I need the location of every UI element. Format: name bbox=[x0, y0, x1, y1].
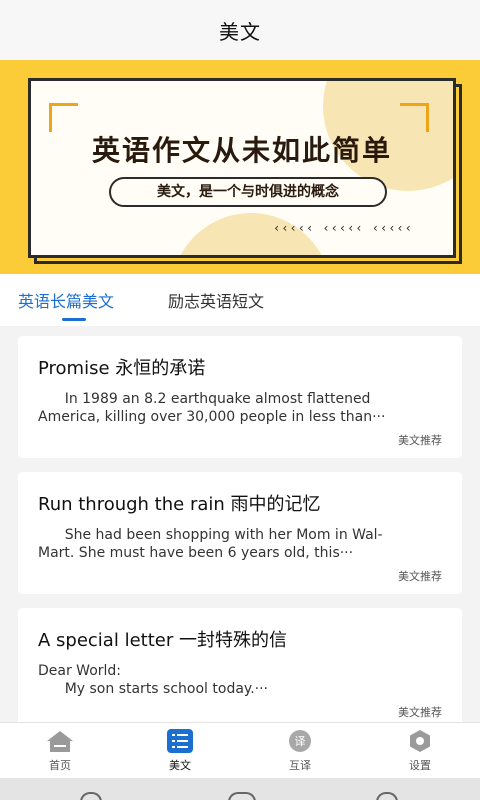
banner-corner-bracket bbox=[49, 103, 78, 132]
article-list[interactable]: Promise 永恒的承诺 In 1989 an 8.2 earthquake … bbox=[0, 326, 480, 722]
tab-long-articles[interactable]: 英语长篇美文 bbox=[18, 288, 114, 312]
nav-item-translate[interactable]: 译 互译 bbox=[270, 729, 330, 773]
excerpt-line: My son starts school today.··· bbox=[38, 681, 268, 697]
nav-label: 首页 bbox=[49, 759, 71, 772]
article-card[interactable]: Run through the rain 雨中的记忆 She had been … bbox=[18, 472, 462, 594]
excerpt-line: Mart. She must have been 6 years old, th… bbox=[38, 545, 354, 561]
article-title: A special letter 一封特殊的信 bbox=[38, 630, 287, 651]
home-icon bbox=[45, 729, 75, 753]
nav-item-settings[interactable]: 设置 bbox=[390, 729, 450, 773]
excerpt-line: In 1989 an 8.2 earthquake almost flatten… bbox=[38, 391, 371, 407]
nav-label: 互译 bbox=[289, 759, 311, 772]
article-title: Run through the rain 雨中的记忆 bbox=[38, 494, 321, 515]
article-excerpt: Dear World: My son starts school today.·… bbox=[38, 662, 438, 698]
translate-icon: 译 bbox=[285, 729, 315, 753]
menu-icon[interactable] bbox=[80, 792, 102, 800]
nav-label: 设置 bbox=[409, 759, 431, 772]
back-icon[interactable] bbox=[376, 792, 398, 800]
banner-decor-circle bbox=[171, 213, 331, 255]
app-screen: 美文 英语作文从未如此简单 美文，是一个与时俱进的概念 ‹‹‹‹‹ ‹‹‹‹‹ … bbox=[0, 0, 480, 800]
category-tabs: 英语长篇美文 励志英语短文 bbox=[0, 274, 480, 326]
system-nav-bar bbox=[0, 778, 480, 800]
excerpt-line: Dear World: bbox=[38, 663, 122, 679]
excerpt-line: America, killing over 30,000 people in l… bbox=[38, 409, 386, 425]
article-title: Promise 永恒的承诺 bbox=[38, 358, 206, 379]
page-title: 美文 bbox=[219, 19, 261, 44]
banner-tagline: 美文，是一个与时俱进的概念 bbox=[109, 177, 387, 207]
excerpt-line: She had been shopping with her Mom in Wa… bbox=[38, 527, 383, 543]
article-card[interactable]: A special letter 一封特殊的信 Dear World: My s… bbox=[18, 608, 462, 722]
article-tag: 美文推荐 bbox=[398, 570, 442, 583]
bottom-nav: 首页 美文 译 互译 设置 bbox=[0, 722, 480, 778]
banner-headline: 英语作文从未如此简单 bbox=[91, 134, 392, 167]
svg-text:译: 译 bbox=[295, 735, 306, 748]
banner-corner-bracket bbox=[400, 103, 429, 132]
nav-label: 美文 bbox=[169, 759, 191, 772]
article-excerpt: In 1989 an 8.2 earthquake almost flatten… bbox=[38, 390, 438, 426]
banner-chevrons: ‹‹‹‹‹ ‹‹‹‹‹ ‹‹‹‹‹ bbox=[273, 221, 413, 235]
nav-item-home[interactable]: 首页 bbox=[30, 729, 90, 773]
article-tag: 美文推荐 bbox=[398, 434, 442, 447]
promo-banner[interactable]: 英语作文从未如此简单 美文，是一个与时俱进的概念 ‹‹‹‹‹ ‹‹‹‹‹ ‹‹‹… bbox=[0, 60, 480, 274]
tab-short-articles[interactable]: 励志英语短文 bbox=[168, 288, 264, 312]
article-card[interactable]: Promise 永恒的承诺 In 1989 an 8.2 earthquake … bbox=[18, 336, 462, 458]
banner-card: 英语作文从未如此简单 美文，是一个与时俱进的概念 ‹‹‹‹‹ ‹‹‹‹‹ ‹‹‹… bbox=[28, 78, 456, 258]
article-excerpt: She had been shopping with her Mom in Wa… bbox=[38, 526, 438, 562]
top-bar: 美文 bbox=[0, 0, 480, 60]
nav-item-articles[interactable]: 美文 bbox=[150, 729, 210, 773]
home-button-icon[interactable] bbox=[228, 792, 256, 800]
article-list-icon bbox=[165, 729, 195, 753]
article-tag: 美文推荐 bbox=[398, 706, 442, 719]
settings-icon bbox=[405, 729, 435, 753]
active-tab-indicator bbox=[62, 318, 86, 321]
